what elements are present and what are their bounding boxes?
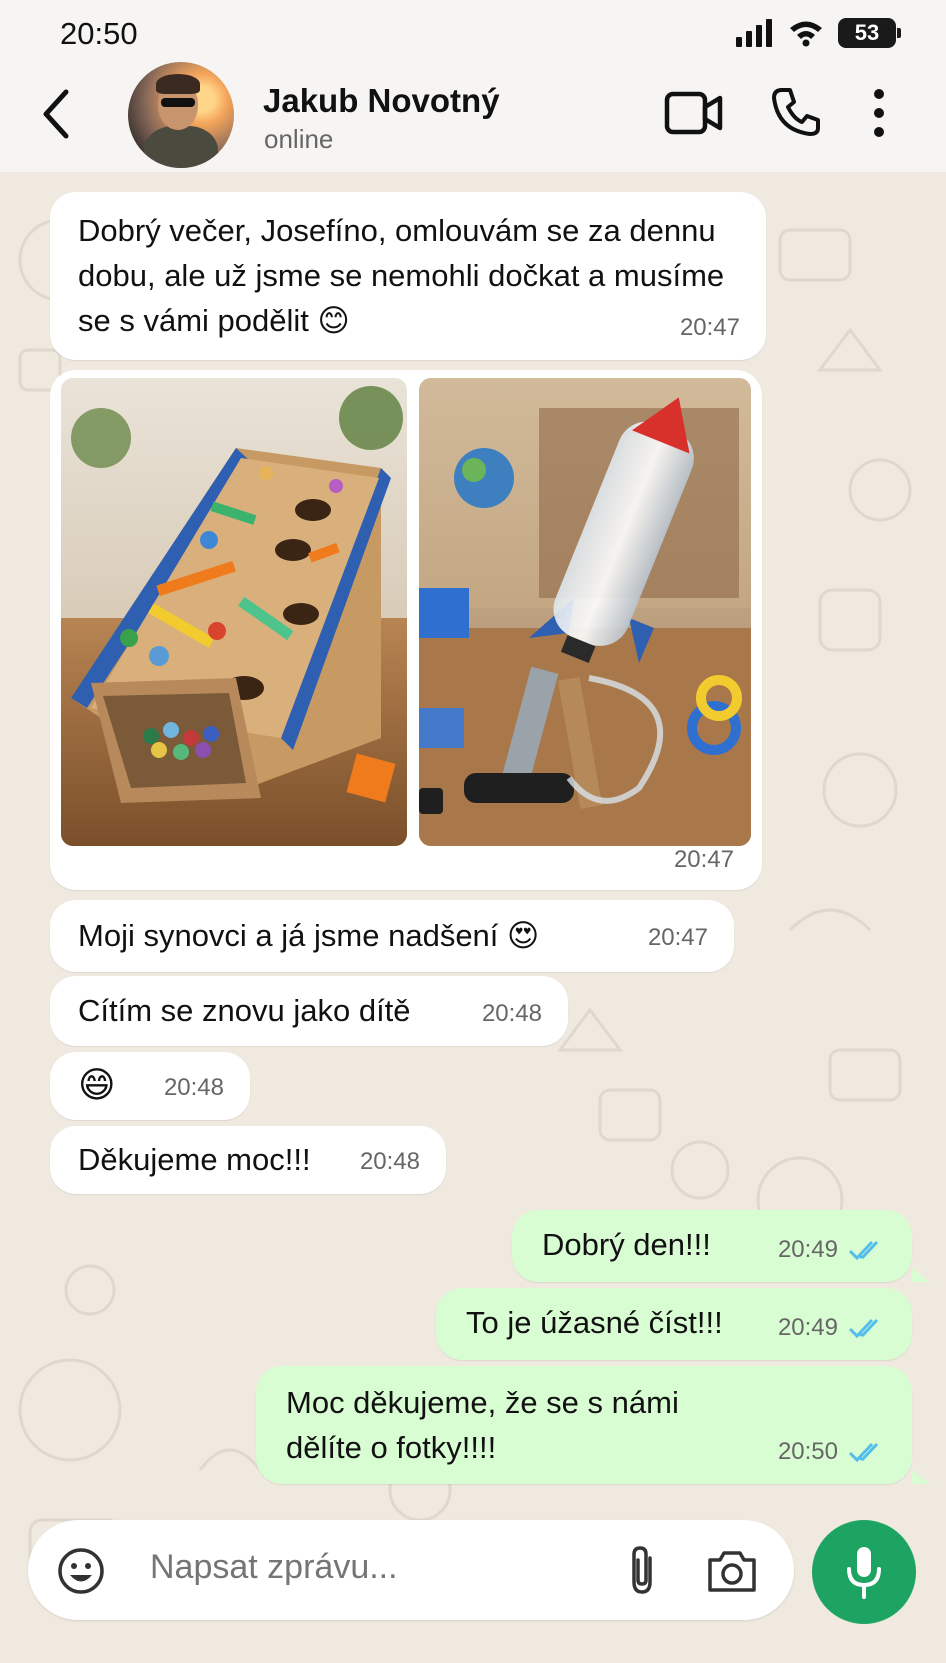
back-arrow-icon[interactable]: [38, 84, 78, 144]
status-icons: 53: [736, 18, 901, 48]
camera-icon[interactable]: [706, 1548, 758, 1594]
message-text: Dobrý den!!!: [542, 1227, 711, 1262]
message-meta: 20:50: [778, 1429, 886, 1474]
video-call-icon[interactable]: [664, 90, 724, 136]
message-meta: 20:49: [778, 1305, 886, 1350]
status-time: 20:50: [60, 16, 138, 51]
message-text: Děkujeme moc!!!: [78, 1142, 311, 1177]
message-time: 20:48: [359, 1148, 420, 1175]
contact-status: online: [264, 124, 334, 154]
message-input[interactable]: [150, 1548, 570, 1587]
battery-indicator: 53: [838, 18, 901, 48]
message-meta: 20:47: [680, 305, 740, 350]
microphone-icon: [847, 1547, 881, 1599]
bottle-rocket-image: [419, 378, 751, 846]
message-incoming[interactable]: 😄 20:48: [50, 1052, 250, 1120]
message-incoming[interactable]: Dobrý večer, Josefíno, omlouvám se za de…: [50, 192, 766, 360]
emoji: 😍: [507, 918, 540, 953]
message-text: Moji synovci a já jsme nadšení: [78, 918, 499, 953]
message-time: 20:49: [777, 1236, 838, 1263]
message-text: Moc děkujeme, že se s námi dělíte o fotk…: [286, 1385, 679, 1465]
chat-header: Jakub Novotný online: [0, 62, 946, 172]
more-vert-icon[interactable]: [872, 88, 886, 138]
photo-marble-run[interactable]: [61, 378, 407, 846]
message-time: 20:47: [673, 846, 734, 873]
emoji: 😄: [78, 1064, 116, 1105]
photo-bottle-rocket[interactable]: [419, 378, 751, 846]
status-bar: 20:50 53: [0, 0, 946, 62]
message-outgoing[interactable]: To je úžasné číst!!! 20:49: [436, 1288, 912, 1360]
emoji: 😊: [317, 303, 350, 338]
message-text: Dobrý večer, Josefíno, omlouvám se za de…: [78, 213, 725, 338]
paperclip-icon[interactable]: [624, 1544, 660, 1598]
double-check-icon: [848, 1240, 879, 1260]
message-time: 20:48: [481, 1000, 542, 1027]
message-incoming[interactable]: Moji synovci a já jsme nadšení 😍 20:47: [50, 900, 734, 972]
message-photos[interactable]: 20:47: [50, 370, 762, 890]
message-time: 20:50: [777, 1438, 838, 1465]
message-meta: 20:47: [674, 837, 734, 882]
message-composer: [28, 1520, 794, 1620]
voice-record-button[interactable]: [812, 1520, 916, 1624]
message-meta: 20:48: [164, 1065, 224, 1110]
emoji-icon[interactable]: [56, 1546, 106, 1596]
double-check-icon: [848, 1318, 879, 1338]
phone-icon[interactable]: [770, 86, 822, 138]
bubble-tail: [912, 1470, 930, 1484]
message-incoming[interactable]: Děkujeme moc!!! 20:48: [50, 1126, 446, 1194]
message-time: 20:47: [679, 314, 740, 341]
message-time: 20:49: [777, 1314, 838, 1341]
avatar[interactable]: [128, 62, 234, 168]
marble-run-image: [61, 378, 407, 846]
wifi-icon: [790, 21, 822, 47]
battery-level: 53: [854, 20, 880, 45]
message-time: 20:48: [163, 1074, 224, 1101]
signal-icon: [736, 19, 772, 47]
message-outgoing[interactable]: Moc děkujeme, že se s námi dělíte o fotk…: [256, 1366, 912, 1484]
bubble-tail: [912, 1268, 930, 1282]
message-meta: 20:49: [778, 1227, 886, 1272]
contact-name[interactable]: Jakub Novotný: [263, 82, 500, 120]
message-outgoing[interactable]: Dobrý den!!! 20:49: [512, 1210, 912, 1282]
message-text: To je úžasné číst!!!: [466, 1305, 723, 1340]
message-incoming[interactable]: Cítím se znovu jako dítě 20:48: [50, 976, 568, 1046]
message-time: 20:47: [647, 924, 708, 951]
message-meta: 20:48: [482, 991, 542, 1036]
message-meta: 20:47: [648, 915, 708, 960]
message-text: Cítím se znovu jako dítě: [78, 993, 411, 1028]
message-meta: 20:48: [360, 1139, 420, 1184]
double-check-icon: [848, 1442, 879, 1462]
